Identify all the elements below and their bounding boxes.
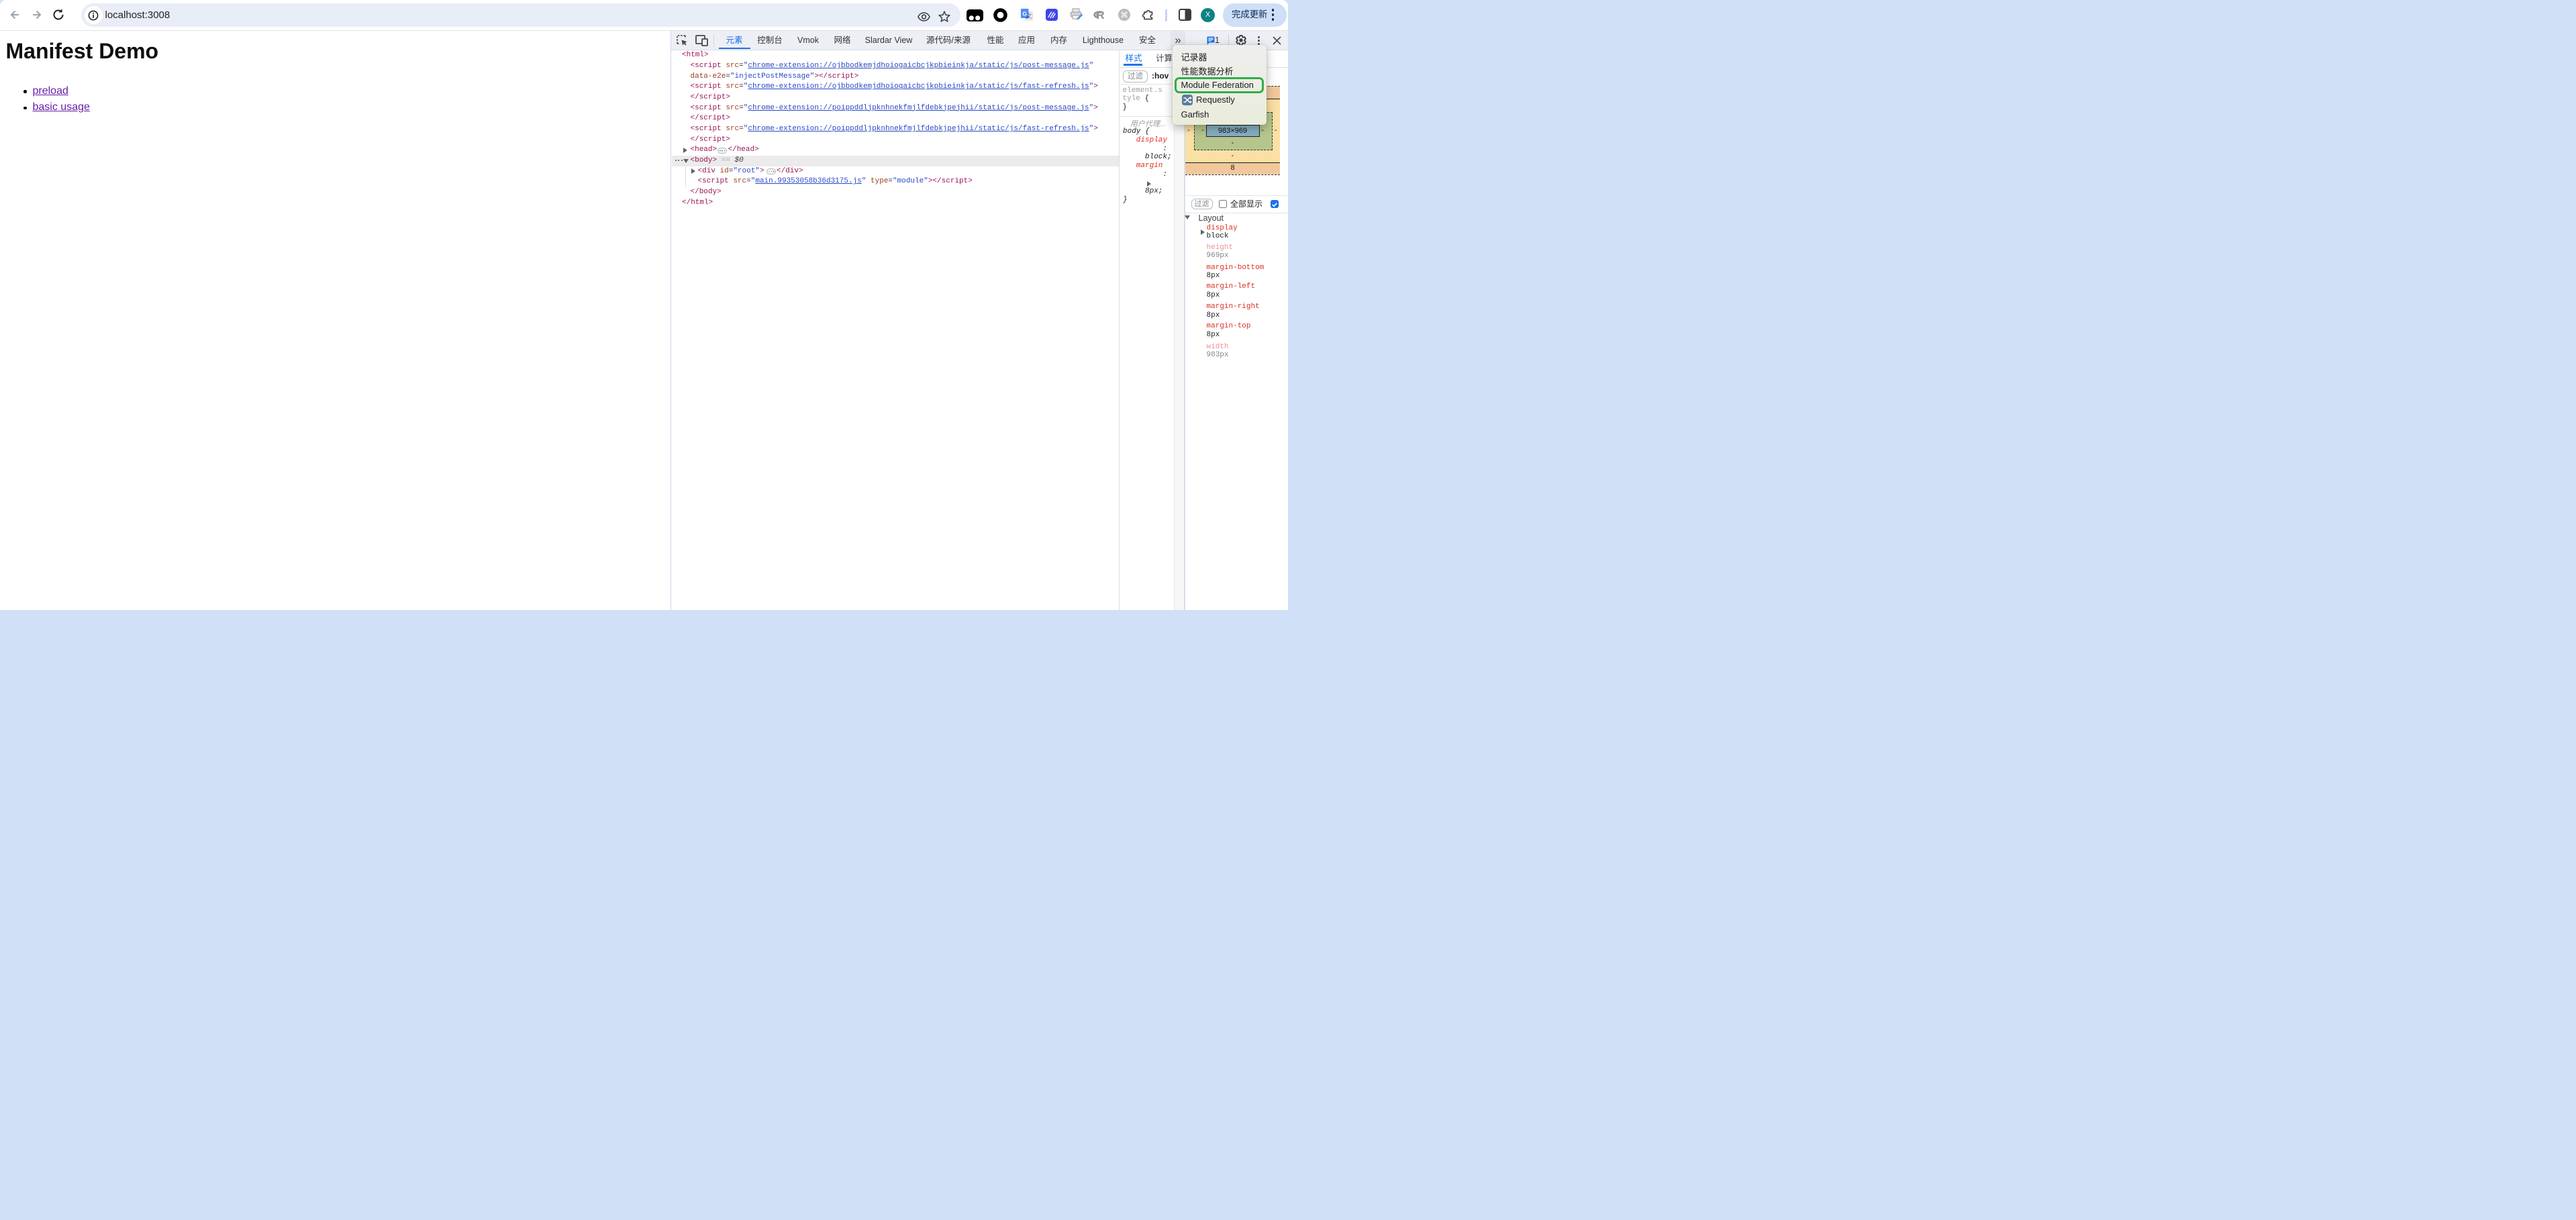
svg-text:G: G bbox=[1022, 10, 1027, 17]
svg-text:⌘: ⌘ bbox=[1120, 10, 1128, 19]
